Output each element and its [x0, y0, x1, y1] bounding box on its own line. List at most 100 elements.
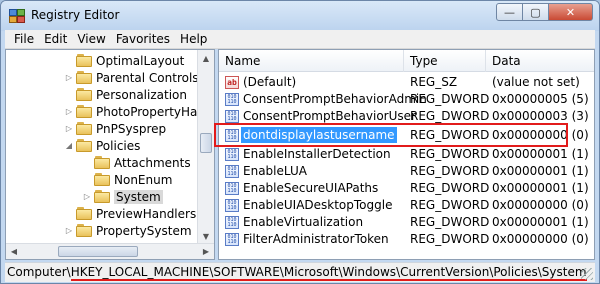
list-row[interactable]: 010 110 FilterAdministratorToken REG_DWOR… — [219, 231, 594, 248]
folder-icon — [76, 207, 92, 220]
folder-icon — [76, 105, 92, 118]
folder-icon — [94, 173, 110, 186]
list-row[interactable]: 010 110 ConsentPromptBehaviorUser REG_DWO… — [219, 108, 594, 125]
maximize-button[interactable]: ▢ — [523, 3, 549, 21]
column-header-type[interactable]: Type — [404, 50, 486, 72]
scroll-right-arrow-icon[interactable]: ▶ — [198, 244, 214, 259]
tree-item-label: PropertySystem — [96, 223, 192, 238]
tree-item-label: NonEnum — [114, 172, 173, 187]
close-button[interactable]: ✕ — [549, 3, 593, 21]
registry-editor-icon — [9, 9, 25, 23]
tree-item-label: PreviewHandlers — [96, 206, 197, 221]
tree-expander[interactable]: ▷ — [64, 73, 74, 82]
list-row-selected[interactable]: 010 110 dontdisplaylastusername REG_DWORD… — [219, 127, 594, 144]
tree-expander[interactable]: ▷ — [82, 192, 92, 201]
tree-expander[interactable]: ▷ — [64, 124, 74, 133]
menu-bar: File Edit View Favorites Help — [5, 30, 595, 49]
tree-item-label: OptimalLayout — [96, 53, 185, 68]
tree-expander[interactable]: ▷ — [64, 226, 74, 235]
tree-item-policies[interactable]: ◢ Policies — [64, 137, 140, 154]
tree-item-system[interactable]: ▷ System — [82, 188, 163, 205]
value-name: (Default) — [243, 75, 297, 89]
dword-value-icon: 010 110 — [225, 165, 239, 178]
list-row[interactable]: 010 110 EnableSecureUIAPaths REG_DWORD 0x… — [219, 180, 594, 197]
tree-item-propertysystem[interactable]: ▷ PropertySystem — [64, 222, 192, 239]
dword-value-icon: 010 110 — [225, 110, 239, 123]
tree-item-label: Parental Controls — [96, 70, 199, 85]
status-bar: Computer\HKEY_LOCAL_MACHINE\SOFTWARE\Mic… — [5, 262, 595, 282]
menu-file[interactable]: File — [9, 32, 39, 46]
tree-expander[interactable]: ◢ — [64, 141, 74, 150]
value-data: 0x00000003 (3) — [492, 109, 589, 123]
list-row[interactable]: 010 110 ConsentPromptBehaviorAdmin REG_DW… — [219, 91, 594, 108]
tree-item-personalization[interactable]: Personalization — [64, 86, 187, 103]
value-name: EnableUIADesktopToggle — [243, 198, 393, 212]
dword-value-icon: 010 110 — [225, 93, 239, 106]
list-row[interactable]: 010 110 EnableInstallerDetection REG_DWOR… — [219, 146, 594, 163]
menu-view[interactable]: View — [72, 32, 110, 46]
tree-expander[interactable]: ▷ — [64, 107, 74, 116]
value-data: 0x00000001 (1) — [492, 215, 589, 229]
caption-buttons: — ▢ ✕ — [496, 3, 593, 23]
tree-item-optimallayout[interactable]: OptimalLayout — [64, 52, 184, 69]
tree-item-label: PnPSysprep — [96, 121, 167, 136]
value-name: ConsentPromptBehaviorUser — [243, 109, 416, 123]
resize-grip-icon[interactable] — [581, 268, 593, 280]
folder-icon — [76, 224, 92, 237]
key-tree-pane[interactable]: OptimalLayout ▷ Parental Controls Person… — [5, 49, 215, 260]
list-row[interactable]: ab (Default) REG_SZ (value not set) — [219, 74, 594, 91]
scroll-thumb[interactable] — [58, 246, 138, 257]
tree-horizontal-scrollbar[interactable]: ◀ ▶ — [6, 243, 214, 259]
scroll-thumb[interactable] — [200, 133, 212, 153]
list-row[interactable]: 010 110 EnableLUA REG_DWORD 0x00000001 (1… — [219, 163, 594, 180]
tree-item-label: Policies — [96, 138, 141, 153]
tree-item-nonenum[interactable]: NonEnum — [82, 171, 172, 188]
value-type: REG_DWORD — [410, 109, 490, 123]
value-type: REG_DWORD — [410, 215, 490, 229]
tree-item-attachments[interactable]: Attachments — [82, 154, 191, 171]
minimize-button[interactable]: — — [496, 3, 523, 21]
value-name: EnableSecureUIAPaths — [243, 181, 379, 195]
scroll-up-arrow-icon[interactable]: ▲ — [198, 50, 214, 66]
value-name: FilterAdministratorToken — [243, 232, 389, 246]
column-header-name[interactable]: Name — [219, 50, 404, 72]
value-type: REG_SZ — [410, 75, 458, 89]
value-type: REG_DWORD — [410, 181, 490, 195]
tree-vertical-scrollbar[interactable]: ▲ ▼ — [197, 50, 214, 244]
values-list-pane[interactable]: Name Type Data ab (Default) REG_SZ (valu… — [218, 49, 595, 260]
tree-item-label: System — [114, 189, 163, 204]
scroll-left-arrow-icon[interactable]: ◀ — [6, 244, 22, 259]
dword-value-icon: 010 110 — [225, 216, 239, 229]
value-data: 0x00000000 (0) — [492, 198, 589, 212]
folder-open-icon — [76, 139, 92, 152]
dword-value-icon: 010 110 — [225, 199, 239, 212]
menu-edit[interactable]: Edit — [39, 32, 72, 46]
value-type: REG_DWORD — [410, 164, 490, 178]
scroll-down-arrow-icon[interactable]: ▼ — [198, 228, 214, 244]
registry-editor-window: Registry Editor — ▢ ✕ File Edit View Fav… — [0, 0, 600, 284]
tree-item-pnpsysprep[interactable]: ▷ PnPSysprep — [64, 120, 166, 137]
menu-favorites[interactable]: Favorites — [111, 32, 175, 46]
dword-value-icon: 010 110 — [225, 233, 239, 246]
value-type: REG_DWORD — [410, 128, 490, 142]
value-type: REG_DWORD — [410, 198, 490, 212]
tree-item-photopropertyhand[interactable]: ▷ PhotoPropertyHand — [64, 103, 213, 120]
value-data: 0x00000001 (1) — [492, 181, 589, 195]
list-header: Name Type Data — [219, 50, 594, 72]
dword-value-icon: 010 110 — [225, 148, 239, 161]
value-name: dontdisplaylastusername — [241, 127, 397, 143]
dword-value-icon: 010 110 — [225, 129, 239, 142]
value-data: 0x00000000 (0) — [492, 232, 589, 246]
value-name: ConsentPromptBehaviorAdmin — [243, 92, 427, 106]
dword-value-icon: 010 110 — [225, 182, 239, 195]
folder-icon — [76, 71, 92, 84]
list-row[interactable]: 010 110 EnableUIADesktopToggle REG_DWORD … — [219, 197, 594, 214]
menu-help[interactable]: Help — [175, 32, 212, 46]
list-row[interactable]: 010 110 EnableVirtualization REG_DWORD 0x… — [219, 214, 594, 231]
title-bar[interactable]: Registry Editor — ▢ ✕ — [1, 1, 599, 31]
folder-icon — [76, 54, 92, 67]
column-header-data[interactable]: Data — [486, 50, 594, 72]
tree-item-label: PhotoPropertyHand — [96, 104, 213, 119]
tree-item-previewhandlers[interactable]: PreviewHandlers — [64, 205, 196, 222]
tree-item-parental-controls[interactable]: ▷ Parental Controls — [64, 69, 199, 86]
